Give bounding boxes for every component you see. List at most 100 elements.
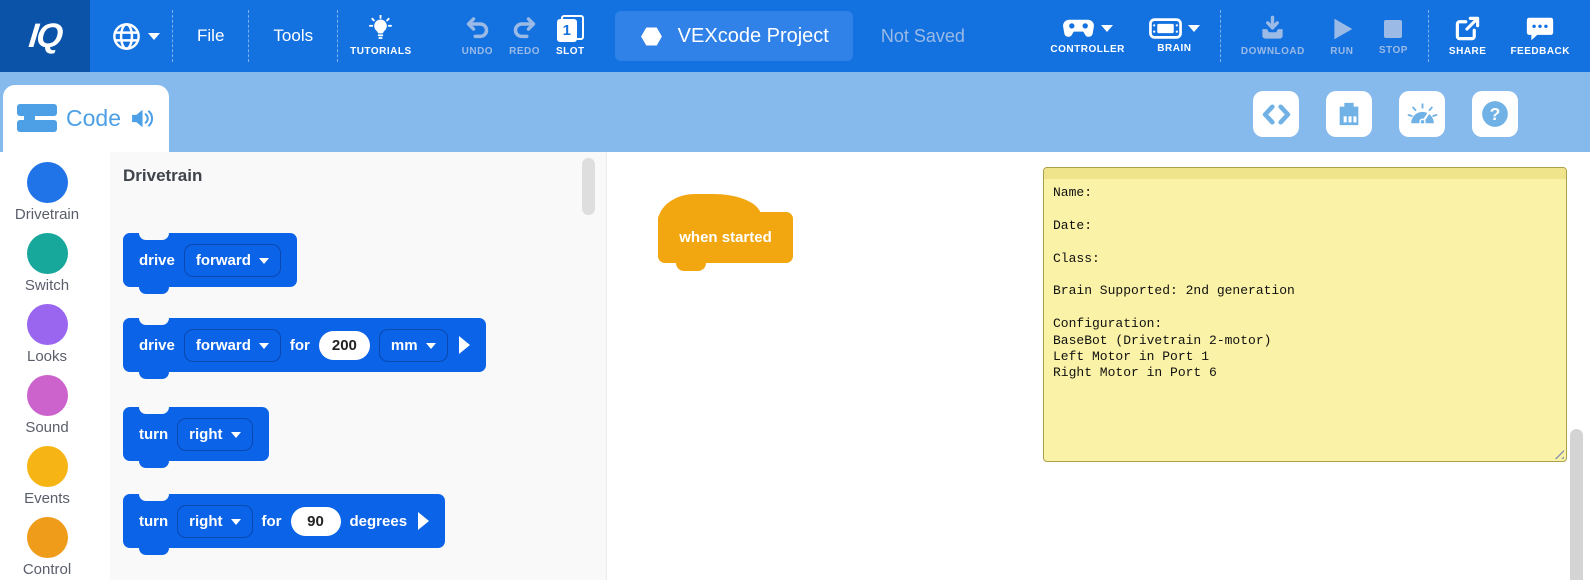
direction-dropdown[interactable]: forward — [184, 329, 281, 362]
category-control-label: Control — [23, 561, 71, 578]
project-name-button[interactable]: VEXcode Project — [615, 11, 853, 61]
device-manager-button[interactable] — [1326, 91, 1372, 137]
palette-header: Drivetrain — [123, 166, 202, 186]
lightbulb-icon — [367, 15, 394, 42]
run-label: RUN — [1330, 46, 1353, 57]
canvas-scrollbar[interactable] — [1570, 429, 1583, 580]
code-viewer-icon — [1262, 104, 1291, 125]
help-button[interactable]: ? — [1472, 91, 1518, 137]
palette-scrollbar[interactable] — [582, 158, 595, 215]
category-drivetrain-dot — [27, 162, 68, 203]
block-drive-for[interactable]: drive forward for 200 mm — [123, 318, 486, 372]
block-turn-for[interactable]: turn right for 90 degrees — [123, 494, 445, 548]
project-name: VEXcode Project — [678, 25, 829, 48]
toolbar-divider — [1220, 10, 1221, 62]
category-sound[interactable]: Sound — [0, 375, 94, 446]
when-started-block[interactable]: when started — [658, 212, 793, 263]
unit-dropdown[interactable]: mm — [379, 329, 448, 362]
chevron-down-icon — [148, 33, 160, 40]
menu-tools[interactable]: Tools — [253, 26, 333, 46]
degrees-input[interactable]: 90 — [291, 507, 341, 536]
project-comment-box[interactable]: Name: Date: Class: Brain Supported: 2nd … — [1043, 167, 1567, 462]
category-drivetrain[interactable]: Drivetrain — [0, 162, 94, 233]
code-viewer-button[interactable] — [1253, 91, 1299, 137]
iq-logo[interactable]: IQ — [0, 0, 90, 72]
share-icon — [1454, 15, 1481, 42]
brain-label: BRAIN — [1157, 43, 1191, 54]
block-verb-label: turn — [139, 426, 168, 443]
dashboard-button[interactable] — [1399, 91, 1445, 137]
direction-dropdown[interactable]: right — [177, 418, 252, 451]
comment-line: Name: — [1053, 185, 1557, 201]
category-switch-dot — [27, 233, 68, 274]
menu-file[interactable]: File — [177, 26, 244, 46]
comment-line — [1053, 267, 1557, 283]
slot-label: SLOT — [556, 46, 585, 57]
programming-canvas[interactable]: when started Name: Date: Class: Brain Su… — [607, 152, 1590, 580]
comment-line — [1053, 234, 1557, 250]
blocks-icon — [17, 103, 57, 135]
download-icon — [1259, 15, 1286, 42]
block-turn[interactable]: turn right — [123, 407, 269, 461]
category-switch[interactable]: Switch — [0, 233, 94, 304]
language-menu-button[interactable] — [103, 21, 168, 52]
expand-arrow-icon[interactable] — [418, 512, 429, 530]
share-button[interactable]: SHARE — [1441, 15, 1495, 57]
download-label: DOWNLOAD — [1241, 46, 1305, 57]
tab-bar: Code ? — [0, 72, 1590, 152]
category-sound-label: Sound — [25, 419, 68, 436]
comment-header-bar[interactable] — [1044, 168, 1566, 179]
slot-button[interactable]: 1 SLOT — [548, 15, 593, 57]
chevron-down-icon — [1188, 25, 1200, 32]
redo-label: REDO — [509, 46, 540, 57]
block-verb-label: drive — [139, 252, 175, 269]
speaker-icon[interactable] — [130, 108, 155, 129]
chevron-down-icon — [426, 343, 436, 349]
chevron-down-icon — [259, 343, 269, 349]
feedback-label: FEEDBACK — [1510, 46, 1570, 57]
globe-icon — [111, 21, 142, 52]
controller-label: CONTROLLER — [1050, 44, 1124, 55]
vexcode-app: IQ File Tools TUTORIALS UNDO — [0, 0, 1590, 580]
comment-line: Left Motor in Port 1 — [1053, 349, 1557, 365]
comment-line — [1053, 300, 1557, 316]
workspace: Drivetrain Switch Looks Sound Events Con… — [0, 152, 1590, 580]
toolbar-divider — [248, 10, 249, 62]
block-unit-label: degrees — [350, 513, 408, 530]
block-for-label: for — [262, 513, 282, 530]
controller-button[interactable]: CONTROLLER — [1042, 18, 1132, 55]
expand-arrow-icon[interactable] — [459, 336, 470, 354]
direction-value: forward — [196, 337, 251, 354]
direction-value: forward — [196, 252, 251, 269]
category-events[interactable]: Events — [0, 446, 94, 517]
category-looks[interactable]: Looks — [0, 304, 94, 375]
svg-text:?: ? — [1490, 104, 1501, 124]
comment-resize-handle[interactable] — [1553, 448, 1564, 459]
when-started-label: when started — [679, 229, 772, 246]
workspace-tools: ? — [1253, 91, 1518, 137]
direction-dropdown[interactable]: forward — [184, 244, 281, 277]
iq-logo-text: IQ — [27, 17, 63, 56]
feedback-button[interactable]: FEEDBACK — [1502, 16, 1578, 57]
brain-button[interactable]: BRAIN — [1141, 18, 1208, 54]
distance-input[interactable]: 200 — [319, 331, 370, 360]
tab-code[interactable]: Code — [3, 85, 169, 152]
comment-line: Right Motor in Port 6 — [1053, 365, 1557, 381]
direction-dropdown[interactable]: right — [177, 505, 252, 538]
controller-icon — [1062, 18, 1095, 40]
download-button[interactable]: DOWNLOAD — [1233, 15, 1313, 57]
block-drive[interactable]: drive forward — [123, 233, 297, 287]
category-control[interactable]: Control — [0, 517, 94, 580]
run-button[interactable]: RUN — [1321, 16, 1363, 57]
comment-line: Configuration: — [1053, 316, 1557, 332]
chevron-down-icon — [231, 519, 241, 525]
comment-text[interactable]: Name: Date: Class: Brain Supported: 2nd … — [1044, 179, 1566, 388]
tutorials-label: TUTORIALS — [350, 46, 412, 57]
feedback-icon — [1526, 16, 1554, 42]
category-looks-label: Looks — [27, 348, 67, 365]
tutorials-button[interactable]: TUTORIALS — [342, 15, 420, 57]
comment-line — [1053, 201, 1557, 217]
redo-button[interactable]: REDO — [501, 15, 548, 57]
stop-button[interactable]: STOP — [1371, 17, 1416, 56]
undo-button[interactable]: UNDO — [454, 15, 501, 57]
